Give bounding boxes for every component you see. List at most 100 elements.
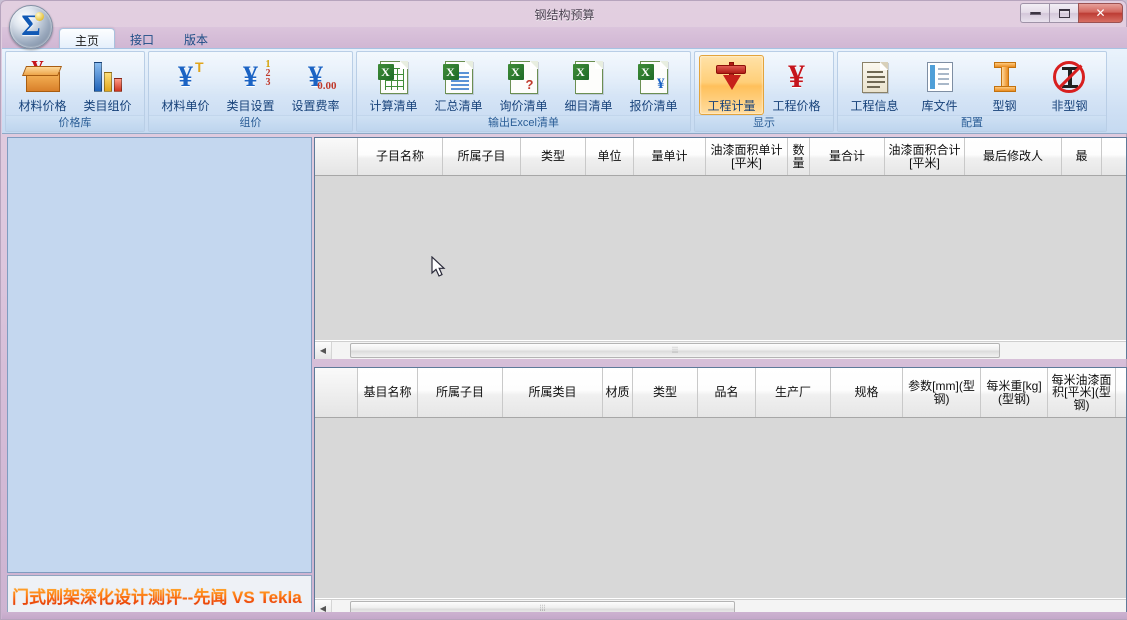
grid-column-header[interactable]: 类型 (633, 368, 698, 417)
grid-column-header[interactable]: 所属子目 (418, 368, 503, 417)
watermark-text: 门式刚架深化设计测评--先闻 VS Tekla (8, 583, 302, 608)
subitem-grid-header: 子目名称 所属子目 类型 单位 量单计 油漆面积单计[平米] 数量 量合计 油漆面积合计[平米]… (315, 138, 1126, 176)
tab-home[interactable]: 主页 (59, 28, 116, 49)
ribbon-button-section-steel[interactable]: 型钢 (972, 55, 1037, 115)
grid-column-header[interactable]: 所属子目 (443, 138, 521, 175)
subitem-grid-hscrollbar[interactable]: ◀ ⦙⦙⦙ (315, 341, 1126, 359)
excel-summary-icon: X (439, 58, 479, 96)
grid-column-header[interactable]: 量单计 (634, 138, 706, 175)
grid-corner-cell[interactable] (315, 368, 358, 417)
yen-123-icon: ¥ 123 (243, 59, 271, 93)
grid-column-header[interactable]: 材质 (603, 368, 633, 417)
ribbon-button-inquiry-list[interactable]: X? 询价清单 (491, 55, 556, 115)
yen-red-icon: ¥ (788, 59, 805, 95)
grid-column-header-label: 油漆面积合计[平米] (888, 142, 961, 170)
grid-column-header[interactable]: 油漆面积单计[平米] (706, 138, 788, 175)
ribbon-button-engineering-price[interactable]: ¥ 工程价格 (764, 55, 829, 115)
scroll-track[interactable]: ⦙⦙⦙ (332, 341, 1126, 359)
material-grid[interactable]: 基目名称 所属子目 所属类目 材质 类型 品名 生产厂 规格 参数[mm](型钢) 每米重[kg]… (314, 367, 1127, 617)
ribbon-button-calc-list[interactable]: X 计算清单 (361, 55, 426, 115)
grid-column-header[interactable]: 基目名称 (358, 368, 418, 417)
grid-column-header[interactable]: 单位 (586, 138, 634, 175)
ribbon-button-label: 工程计量 (707, 99, 756, 113)
grid-column-header[interactable]: 每米重[kg](型钢) (981, 368, 1048, 417)
grid-column-header[interactable]: 最后修改人 (965, 138, 1062, 175)
watermark-banner: 门式刚架深化设计测评--先闻 VS Tekla (7, 575, 312, 616)
ribbon-button-material-unit-price[interactable]: ¥ T 材料单价 (153, 55, 218, 115)
grid-column-header[interactable]: 生产厂 (756, 368, 831, 417)
application-menu-orb[interactable]: Σ (9, 5, 53, 49)
ribbon-button-quote-list[interactable]: X ¥ 报价清单 (621, 55, 686, 115)
ribbon-button-non-section-steel[interactable]: 非型钢 (1037, 55, 1102, 115)
grid-column-header-label: 生产厂 (774, 385, 811, 400)
ribbon-group-title: 组价 (149, 115, 352, 131)
grid-column-header-label: 最后修改人 (982, 149, 1043, 164)
grid-corner-cell[interactable] (315, 138, 358, 175)
ribbon-group-title: 显示 (695, 115, 833, 131)
grid-column-header-label: 类型 (540, 149, 565, 164)
ribbon-group-pricing: ¥ T 材料单价 ¥ 123 类目设置 ¥ 0.00 设置费率 组价 (148, 51, 353, 132)
grid-column-header-label: 每米重[kg](型钢) (986, 378, 1042, 406)
ribbon-button-set-rate[interactable]: ¥ 0.00 设置费率 (283, 55, 348, 115)
ribbon-button-category-pricing[interactable]: 类目组价 (75, 55, 140, 115)
grid-column-header[interactable]: 类型 (521, 138, 586, 175)
grid-column-header[interactable]: 子目名称 (358, 138, 443, 175)
ribbon-button-label: 设置费率 (291, 99, 340, 113)
tab-interface[interactable]: 接口 (115, 28, 169, 49)
grid-column-header-label: 所属类目 (528, 385, 577, 400)
ribbon-button-detail-list[interactable]: X 细目清单 (556, 55, 621, 115)
minimize-button[interactable] (1020, 3, 1049, 23)
maximize-button[interactable] (1049, 3, 1078, 23)
ribbon-button-label: 非型钢 (1051, 99, 1088, 113)
material-grid-body[interactable] (315, 418, 1126, 598)
grid-column-header[interactable]: 每米油漆面积[平米](型钢) (1048, 368, 1116, 417)
tab-interface-label: 接口 (130, 33, 155, 47)
ribbon-button-label: 汇总清单 (434, 99, 483, 113)
ribbon-button-label: 询价清单 (499, 99, 548, 113)
ribbon-button-summary-list[interactable]: X 汇总清单 (426, 55, 491, 115)
ribbon-group-title: 价格库 (6, 115, 144, 131)
grid-column-header[interactable]: 规格 (831, 368, 903, 417)
ribbon-group-title: 配置 (838, 115, 1106, 131)
ribbon-button-label: 工程价格 (772, 99, 821, 113)
close-button[interactable]: ✕ (1078, 3, 1123, 23)
grid-column-header[interactable]: 数量 (788, 138, 810, 175)
material-grid-header: 基目名称 所属子目 所属类目 材质 类型 品名 生产厂 规格 参数[mm](型钢) 每米重[kg]… (315, 368, 1126, 418)
scroll-thumb[interactable]: ⦙⦙⦙ (350, 342, 1000, 358)
ribbon-toolbar: ¥ 材料价格 类目组价 价格库 ¥ (2, 48, 1127, 134)
tab-version-label: 版本 (184, 33, 209, 47)
ribbon-button-label: 类目设置 (226, 99, 275, 113)
grid-column-header-label: 量单计 (651, 149, 688, 164)
no-i-beam-icon (1050, 58, 1090, 96)
grid-column-header-label: 子目名称 (375, 149, 424, 164)
ribbon-button-label: 类目组价 (83, 99, 132, 113)
grid-column-header[interactable]: 量合计 (810, 138, 885, 175)
subitem-grid[interactable]: 子目名称 所属子目 类型 单位 量单计 油漆面积单计[平米] 数量 量合计 油漆面积合计[平米]… (314, 137, 1127, 359)
ribbon-button-engineering-measurement[interactable]: 工程计量 (699, 55, 764, 115)
bar-chart-icon (88, 58, 128, 96)
ribbon-button-project-info[interactable]: 工程信息 (842, 55, 907, 115)
scroll-grip-icon: ⦙⦙⦙ (671, 344, 679, 355)
excel-quote-icon: X ¥ (634, 58, 674, 96)
grid-column-header[interactable]: 油漆面积合计[平米] (885, 138, 965, 175)
ribbon-button-label: 材料单价 (161, 99, 210, 113)
orb-highlight-icon (35, 12, 44, 21)
ribbon-button-label: 型钢 (992, 99, 1017, 113)
tab-version[interactable]: 版本 (169, 28, 223, 49)
ribbon-button-label: 工程信息 (850, 99, 899, 113)
grid-column-header[interactable]: 品名 (698, 368, 756, 417)
grid-column-header[interactable]: 所属类目 (503, 368, 603, 417)
left-tree-panel[interactable] (7, 137, 312, 573)
grid-column-header-label: 基目名称 (363, 385, 412, 400)
ribbon-button-label: 材料价格 (18, 99, 67, 113)
scroll-left-icon[interactable]: ◀ (315, 341, 332, 359)
ribbon-group-configuration: 工程信息 库文件 型钢 非型钢 配置 (837, 51, 1107, 132)
ribbon-button-library-file[interactable]: 库文件 (907, 55, 972, 115)
ribbon-group-price-library: ¥ 材料价格 类目组价 价格库 (5, 51, 145, 132)
grid-column-header-label: 每米油漆面积[平米](型钢) (1051, 372, 1112, 412)
grid-column-header[interactable]: 最 (1062, 138, 1102, 175)
grid-column-header[interactable]: 参数[mm](型钢) (903, 368, 981, 417)
ribbon-button-material-price[interactable]: ¥ 材料价格 (10, 55, 75, 115)
subitem-grid-body[interactable] (315, 176, 1126, 340)
ribbon-button-category-settings[interactable]: ¥ 123 类目设置 (218, 55, 283, 115)
